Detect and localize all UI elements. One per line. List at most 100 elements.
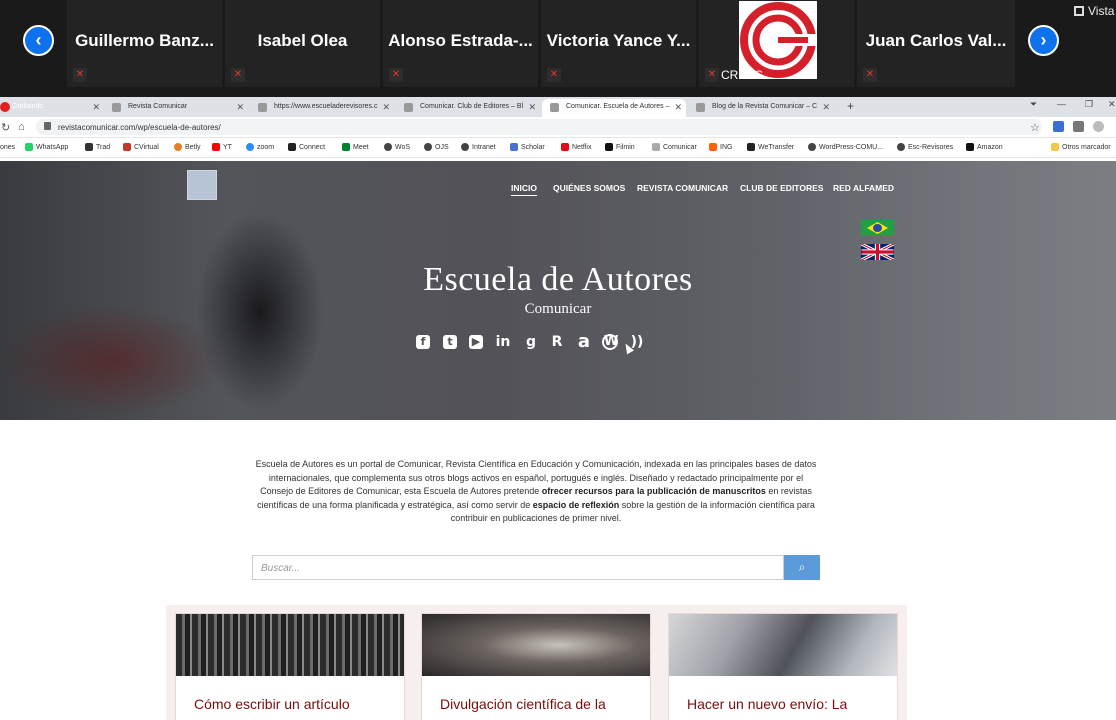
search-input[interactable]: Buscar... — [252, 555, 784, 580]
bookmark-item[interactable]: Connect — [288, 143, 325, 151]
wordpress-icon[interactable]: W — [602, 334, 618, 350]
nav-red-alfamed[interactable]: RED ALFAMED — [833, 183, 894, 193]
article-card[interactable]: Cómo escribir un artículo — [175, 613, 405, 720]
puzzle-icon[interactable] — [1073, 121, 1084, 132]
nav-quienes-somos[interactable]: QUIÉNES SOMOS — [553, 183, 625, 193]
close-icon[interactable]: ✕ — [236, 102, 244, 113]
connect-icon — [288, 143, 296, 151]
prev-page-arrow-icon[interactable]: ‹ — [23, 25, 54, 56]
youtube-icon — [212, 143, 220, 151]
reload-icon[interactable]: ↻ — [1, 121, 10, 134]
extension-icon[interactable] — [1053, 121, 1064, 132]
article-title[interactable]: Hacer un nuevo envío: La — [669, 676, 897, 713]
cvirtual-icon — [123, 143, 131, 151]
brazil-flag-icon[interactable] — [861, 220, 894, 236]
site-favicon-icon — [112, 103, 121, 112]
site-logo[interactable] — [187, 170, 217, 200]
bookmark-item[interactable]: Meet — [342, 143, 369, 151]
bookmark-item[interactable]: Intranet — [461, 143, 496, 151]
restore-icon[interactable]: ❐ — [1085, 99, 1093, 110]
bookmark-item[interactable]: WordPress-COMU... — [808, 143, 883, 151]
window-close-icon[interactable]: ✕ — [1108, 99, 1116, 110]
close-icon[interactable]: ✕ — [382, 102, 390, 113]
site-favicon-icon — [696, 103, 705, 112]
browser-tab[interactable]: Blog de la Revista Comunicar – C ✕ — [688, 99, 834, 117]
participant-tile[interactable]: Juan Carlos Val... ✕ — [857, 0, 1015, 87]
researchgate-icon[interactable]: R — [548, 333, 566, 351]
lock-icon — [44, 122, 51, 130]
bookshelf-image — [176, 614, 404, 676]
globe-icon — [897, 143, 905, 151]
facebook-icon[interactable]: f — [416, 335, 430, 349]
bookmark-item[interactable]: Esc-Revisores — [897, 143, 953, 151]
nav-inicio[interactable]: INICIO — [511, 183, 537, 196]
profile-avatar-icon[interactable] — [1093, 121, 1104, 132]
globe-icon — [384, 143, 392, 151]
betly-icon — [174, 143, 182, 151]
recording-icon — [0, 102, 10, 112]
article-card[interactable]: Divulgación científica de la — [421, 613, 651, 720]
close-icon[interactable]: ✕ — [92, 102, 100, 113]
wordpress-favicon-icon — [258, 103, 267, 112]
bookmark-item[interactable]: WeTransfer — [747, 143, 794, 151]
article-card[interactable]: Hacer un nuevo envío: La — [668, 613, 898, 720]
recording-tab[interactable]: Grabando ✕ — [0, 99, 104, 117]
bookmark-item[interactable]: Trad — [85, 143, 110, 151]
bookmark-item[interactable]: YT — [212, 143, 232, 151]
participant-tile[interactable]: ✕ CRECS — [699, 0, 854, 87]
linkedin-icon[interactable]: in — [494, 333, 512, 351]
google-scholar-icon[interactable]: g — [522, 333, 540, 351]
close-icon[interactable]: ✕ — [822, 102, 830, 113]
bookmark-item[interactable]: Filmin — [605, 143, 635, 151]
amazon-icon — [966, 143, 974, 151]
close-icon[interactable]: ✕ — [528, 102, 536, 113]
bookmark-item[interactable]: ING — [709, 143, 732, 151]
bookmark-item[interactable]: Amazon — [966, 143, 1003, 151]
browser-tab-active[interactable]: Comunicar. Escuela de Autores – ✕ — [542, 99, 686, 117]
bookmark-item[interactable]: Netflix — [561, 143, 591, 151]
uk-flag-icon[interactable] — [861, 244, 894, 260]
filmin-icon — [605, 143, 613, 151]
view-toggle[interactable]: Vista — [1074, 4, 1114, 18]
muted-mic-icon: ✕ — [73, 68, 87, 82]
article-title[interactable]: Cómo escribir un artículo — [176, 676, 404, 713]
site-favicon-icon — [404, 103, 413, 112]
close-icon[interactable]: ✕ — [674, 102, 682, 113]
home-icon[interactable]: ⌂ — [18, 121, 25, 133]
bookmark-item[interactable]: WoS — [384, 143, 410, 151]
tab-search-icon[interactable]: ⏷ — [1030, 99, 1037, 110]
url-input[interactable]: revistacomunicar.com/wp/escuela-de-autor… — [36, 119, 1042, 135]
participant-tile[interactable]: Isabel Olea ✕ — [225, 0, 380, 87]
bookmark-folder[interactable]: Otros marcador — [1051, 143, 1111, 151]
participant-tile[interactable]: Guillermo Banz... ✕ — [67, 0, 222, 87]
next-page-arrow-icon[interactable]: › — [1028, 25, 1059, 56]
bookmark-item[interactable]: CVirtual — [123, 143, 159, 151]
youtube-icon[interactable]: ▶ — [469, 335, 483, 349]
new-tab-icon[interactable]: + — [847, 99, 854, 113]
bookmark-item[interactable]: WhatsApp — [25, 143, 68, 151]
bookmark-item[interactable]: ones — [0, 144, 15, 151]
browser-tab[interactable]: Comunicar. Club de Editores – Bl ✕ — [396, 99, 540, 117]
bookmark-item[interactable]: Scholar — [510, 143, 545, 151]
participant-tile[interactable]: Alonso Estrada-... ✕ — [383, 0, 538, 87]
site-favicon-icon — [550, 103, 559, 112]
search-button[interactable]: ⌕ — [784, 555, 820, 580]
nav-revista-comunicar[interactable]: REVISTA COMUNICAR — [637, 183, 728, 193]
browser-tab[interactable]: Revista Comunicar ✕ — [104, 99, 248, 117]
folder-icon — [1051, 143, 1059, 151]
bookmark-item[interactable]: OJS — [424, 143, 449, 151]
participant-name: Isabel Olea — [257, 31, 348, 50]
bookmark-item[interactable]: Comunicar — [652, 143, 697, 151]
browser-tab[interactable]: https://www.escueladerevisores.c ✕ — [250, 99, 394, 117]
academia-icon[interactable]: a — [575, 333, 593, 351]
ing-icon — [709, 143, 717, 151]
participant-tile[interactable]: Victoria Yance Y... ✕ — [541, 0, 696, 87]
participant-name: CRECS — [721, 68, 764, 82]
bookmark-item[interactable]: Betly — [174, 143, 201, 151]
twitter-icon[interactable]: t — [443, 335, 457, 349]
nav-club-de-editores[interactable]: CLUB DE EDITORES — [740, 183, 823, 193]
bookmark-item[interactable]: zoom — [246, 143, 274, 151]
bookmark-star-icon[interactable]: ☆ — [1030, 121, 1040, 134]
minimize-icon[interactable]: — — [1057, 99, 1066, 109]
article-title[interactable]: Divulgación científica de la — [422, 676, 650, 713]
